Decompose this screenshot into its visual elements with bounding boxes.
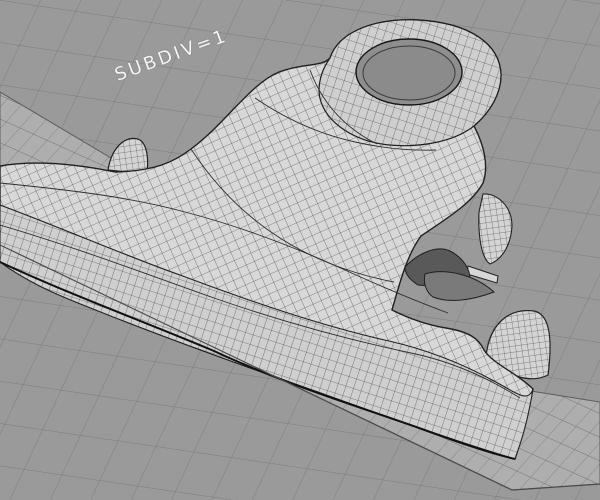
ring-hole-inner: [362, 45, 456, 101]
model-scene: [0, 0, 600, 500]
3d-viewport[interactable]: SUBDIV=1: [0, 0, 600, 500]
